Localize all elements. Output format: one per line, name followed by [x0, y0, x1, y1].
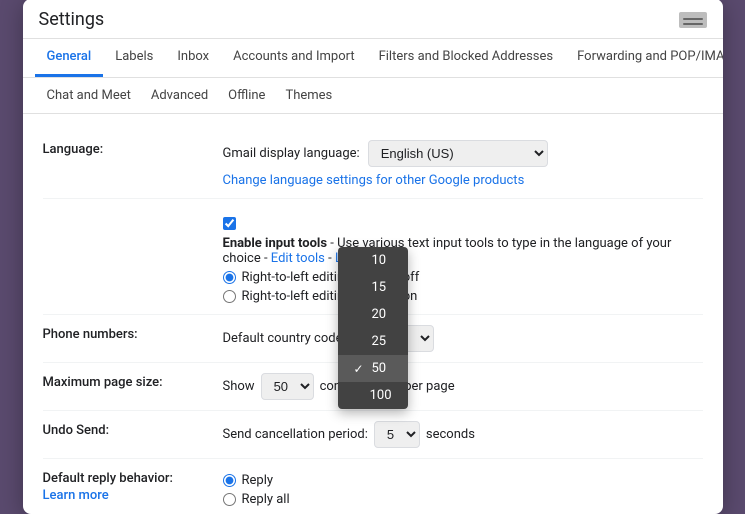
sub-tabs: Chat and Meet Advanced Offline Themes: [23, 78, 723, 114]
dropdown-item-50[interactable]: ✓ 50: [338, 355, 408, 382]
language-row: Gmail display language: English (US): [223, 140, 703, 167]
language-control: Gmail display language: English (US) Cha…: [223, 140, 703, 188]
language-setting: Language: Gmail display language: Englis…: [43, 130, 703, 199]
rtl-off-row: Right-to-left editing support off: [223, 270, 703, 285]
nav-tabs: General Labels Inbox Accounts and Import…: [23, 39, 723, 78]
dropdown-label-100: 100: [370, 388, 392, 403]
tab-inbox[interactable]: Inbox: [165, 39, 221, 77]
input-tools-checkbox-row: Enable input tools - Use various text in…: [223, 217, 703, 266]
reply-all-label: Reply all: [242, 492, 290, 507]
subtab-chat[interactable]: Chat and Meet: [39, 84, 139, 107]
send-cancel-label: Send cancellation period:: [223, 427, 368, 442]
reply-learn-more[interactable]: Learn more: [43, 488, 223, 503]
subtab-themes[interactable]: Themes: [277, 84, 340, 107]
language-select[interactable]: English (US): [368, 140, 548, 167]
subtab-advanced[interactable]: Advanced: [143, 84, 216, 107]
show-label: Show: [223, 379, 255, 394]
settings-window: Settings General Labels Inbox Accounts a…: [23, 0, 723, 514]
reply-label: Reply: [242, 473, 274, 488]
undo-send-setting: Undo Send: Send cancellation period: 5 s…: [43, 411, 703, 459]
dropdown-label-15: 15: [372, 280, 387, 295]
undo-send-label: Undo Send:: [43, 421, 223, 438]
undo-send-control: Send cancellation period: 5 seconds: [223, 421, 703, 448]
check-100: [354, 389, 364, 403]
rtl-off-radio[interactable]: [223, 271, 236, 284]
dropdown-item-20[interactable]: 20: [338, 301, 408, 328]
reply-radio-row: Reply: [223, 473, 703, 488]
tab-general[interactable]: General: [35, 39, 104, 77]
input-tools-checkbox[interactable]: [223, 217, 236, 230]
check-20: [354, 308, 366, 322]
dropdown-item-15[interactable]: 15: [338, 274, 408, 301]
max-page-size-label: Maximum page size:: [43, 373, 223, 390]
dropdown-item-100[interactable]: 100: [338, 382, 408, 409]
default-reply-title: Default reply behavior:: [43, 471, 173, 486]
dropdown-label-20: 20: [372, 307, 387, 322]
default-country-label: Default country code:: [223, 331, 346, 346]
dropdown-label-10: 10: [372, 253, 387, 268]
tab-filters[interactable]: Filters and Blocked Addresses: [367, 39, 566, 77]
tab-labels[interactable]: Labels: [103, 39, 165, 77]
default-reply-label: Default reply behavior: Learn more: [43, 469, 223, 503]
reply-radio[interactable]: [223, 474, 236, 487]
max-page-size-control: Show 50 conversations per page: [223, 373, 703, 400]
check-15: [354, 281, 366, 295]
phone-numbers-label: Phone numbers:: [43, 325, 223, 342]
window-title: Settings: [39, 9, 105, 30]
default-reply-setting: Default reply behavior: Learn more Reply…: [43, 459, 703, 514]
dropdown-label-50: 50: [372, 361, 387, 376]
rtl-on-radio[interactable]: [223, 290, 236, 303]
input-tools-dash: -: [328, 251, 335, 266]
input-tools-control: Enable input tools - Use various text in…: [223, 209, 703, 304]
edit-tools-link[interactable]: Edit tools: [271, 251, 325, 266]
rtl-on-row: Right-to-left editing support on: [223, 289, 703, 304]
dropdown-label-25: 25: [372, 334, 387, 349]
input-tools-strong: Enable input tools: [223, 236, 328, 251]
window-controls[interactable]: [679, 12, 707, 28]
display-language-label: Gmail display language:: [223, 146, 360, 161]
check-10: [354, 254, 366, 268]
reply-all-radio-row: Reply all: [223, 492, 703, 507]
default-reply-control: Reply Reply all: [223, 469, 703, 507]
tab-accounts[interactable]: Accounts and Import: [221, 39, 366, 77]
check-25: [354, 335, 366, 349]
dropdown-item-25[interactable]: 25: [338, 328, 408, 355]
check-50: ✓: [354, 362, 366, 376]
phone-numbers-control: Default country code: Nigeria: [223, 325, 703, 352]
language-label: Language:: [43, 140, 223, 157]
dropdown-item-10[interactable]: 10: [338, 247, 408, 274]
subtab-offline[interactable]: Offline: [220, 84, 273, 107]
page-size-dropdown[interactable]: 10 15 20 25 ✓ 50 100: [338, 247, 408, 409]
title-bar: Settings: [23, 0, 723, 39]
change-language-link[interactable]: Change language settings for other Googl…: [223, 173, 525, 188]
reply-all-radio[interactable]: [223, 493, 236, 506]
input-tools-label: [43, 209, 223, 211]
seconds-label: seconds: [426, 427, 475, 442]
tab-forwarding[interactable]: Forwarding and POP/IMAP: [565, 39, 722, 77]
page-size-select[interactable]: 50: [261, 373, 314, 400]
send-period-select[interactable]: 5: [374, 421, 420, 448]
input-tools-text: Enable input tools - Use various text in…: [223, 236, 703, 266]
